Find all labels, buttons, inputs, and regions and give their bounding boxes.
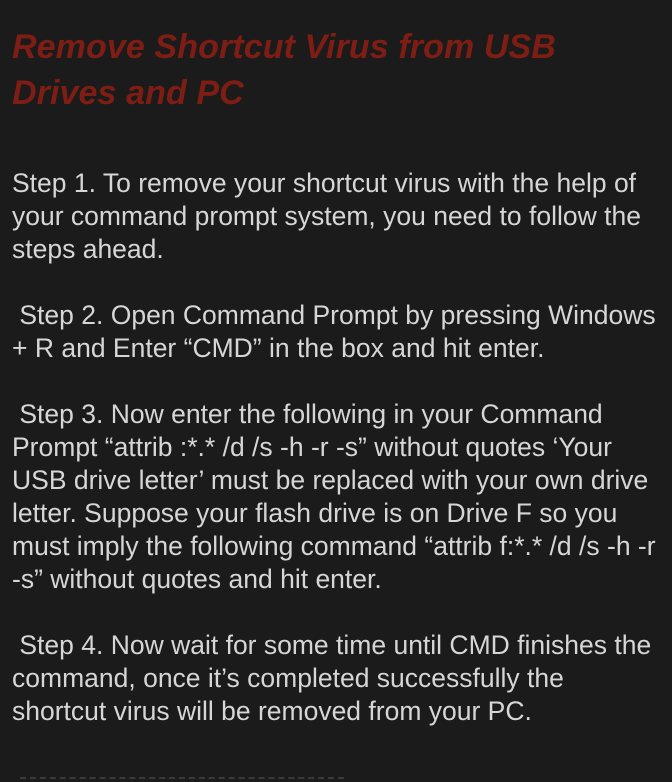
step-4-text: Step 4. Now wait for some time until CMD…	[12, 630, 659, 726]
article-title: Remove Shortcut Virus from USB Drives an…	[12, 28, 556, 112]
section-divider	[20, 777, 344, 779]
step-1-text: Step 1. To remove your shortcut virus wi…	[12, 168, 649, 264]
article: Remove Shortcut Virus from USB Drives an…	[12, 24, 664, 728]
step-2-text: Step 2. Open Command Prompt by pressing …	[12, 300, 664, 363]
step-3-text: Step 3. Now enter the following in your …	[12, 399, 663, 594]
